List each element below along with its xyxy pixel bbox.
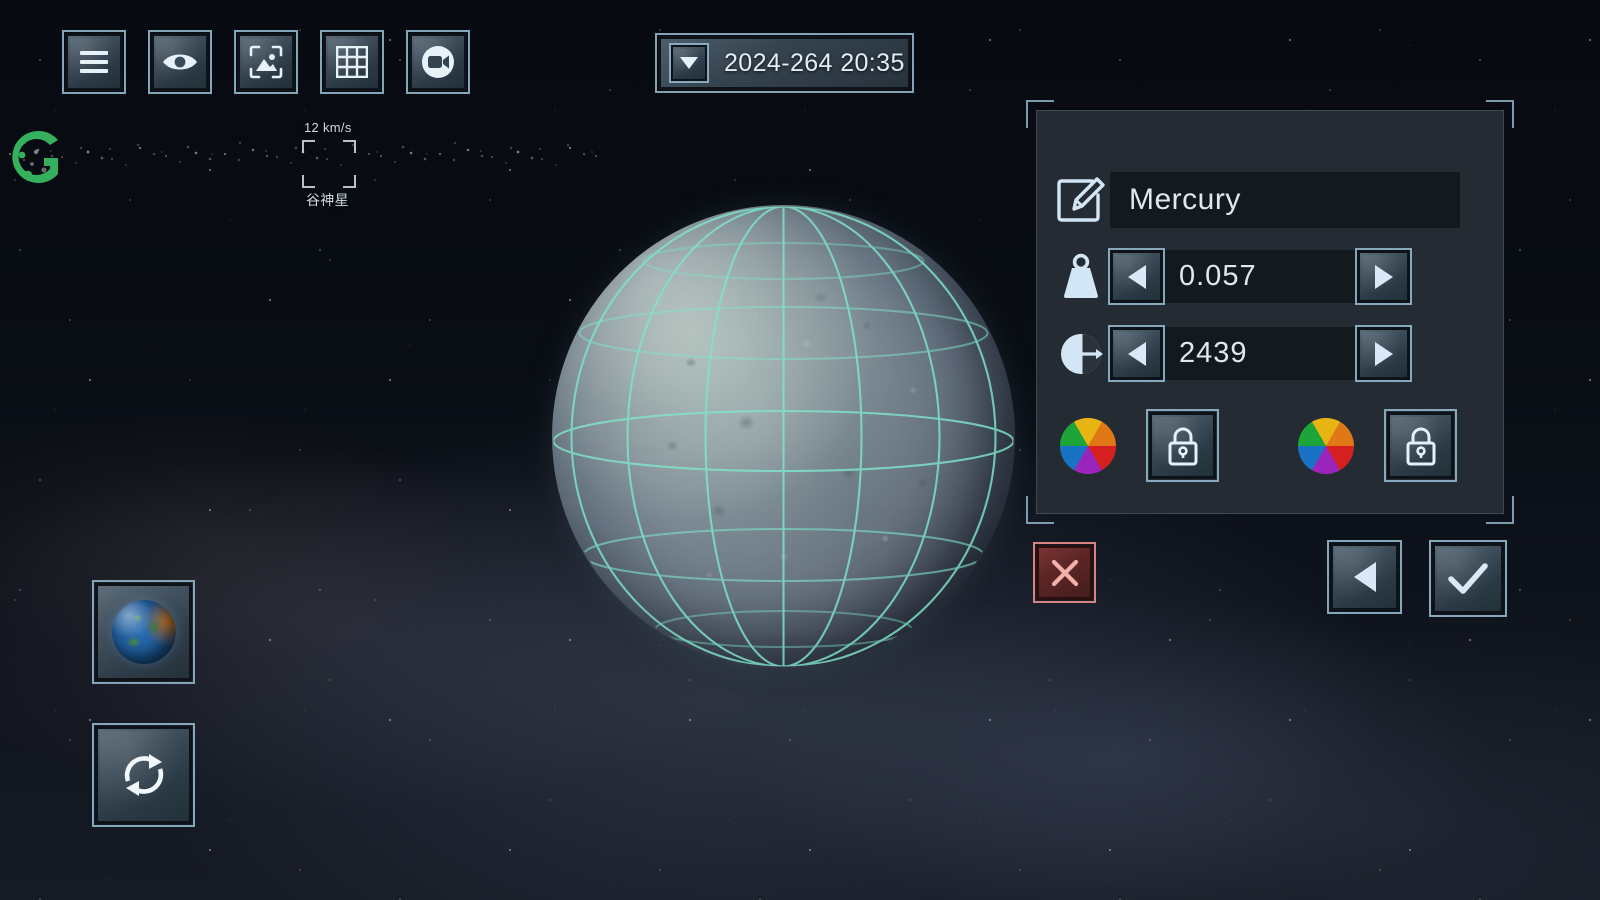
- lock-icon: [1168, 427, 1197, 465]
- refresh-icon: [124, 754, 163, 796]
- close-button[interactable]: [1036, 545, 1093, 600]
- asteroid-belt: [0, 132, 600, 176]
- latitude-longitude-grid-icon: [553, 206, 1014, 667]
- editor-radius-row: 2439: [1052, 327, 1410, 380]
- record-button[interactable]: [409, 33, 467, 91]
- planet-mass-value[interactable]: 0.057: [1163, 250, 1357, 303]
- selection-reticle: [302, 140, 356, 188]
- object-name-label: 谷神星: [306, 192, 349, 208]
- reticle-corner-br: [343, 175, 356, 188]
- accept-button[interactable]: [1432, 543, 1504, 614]
- date-dropdown-button[interactable]: [670, 44, 708, 82]
- selected-planet-sphere[interactable]: [552, 205, 1015, 668]
- reticle-corner-bl: [302, 175, 315, 188]
- triangle-left-icon: [1127, 264, 1146, 289]
- mass-increment-button[interactable]: [1357, 250, 1410, 303]
- edit-pencil-icon: [1052, 175, 1110, 225]
- top-toolbar: [65, 33, 467, 91]
- simulation-date-bar[interactable]: 2024-264 20:35: [658, 36, 911, 90]
- mass-weight-icon: [1052, 253, 1110, 301]
- planet-name-input[interactable]: Mercury: [1110, 172, 1460, 228]
- grid-button[interactable]: [323, 33, 381, 91]
- editor-color-row: [1060, 412, 1454, 479]
- editor-name-row: Mercury: [1052, 172, 1460, 228]
- menu-button[interactable]: [65, 33, 123, 91]
- reticle-corner-tr: [343, 140, 356, 153]
- object-speed-label: 12 km/s: [304, 120, 352, 135]
- video-camera-icon: [422, 46, 454, 78]
- asteroid-dust-c: [0, 132, 600, 176]
- simulation-date-value: 2024-264 20:35: [724, 48, 905, 77]
- radius-decrement-button[interactable]: [1110, 327, 1163, 380]
- triangle-right-icon: [1374, 341, 1393, 366]
- app-viewport: 12 km/s 谷神星 2024-264 20:35 Mercury 0.057…: [0, 0, 1600, 900]
- checkmark-icon: [1448, 562, 1488, 594]
- planet-radius-value[interactable]: 2439: [1163, 327, 1357, 380]
- lock-icon: [1406, 427, 1435, 465]
- secondary-color-lock-button[interactable]: [1387, 412, 1454, 479]
- chevron-down-icon: [680, 57, 698, 69]
- hamburger-menu-icon: [80, 51, 108, 73]
- eye-icon: [163, 54, 197, 70]
- mass-decrement-button[interactable]: [1110, 250, 1163, 303]
- reticle-corner-tl: [302, 140, 315, 153]
- close-x-icon: [1051, 559, 1078, 586]
- grid-icon: [336, 46, 368, 78]
- screenshot-button[interactable]: [237, 33, 295, 91]
- earth-thumbnail-button[interactable]: [95, 583, 192, 681]
- image-capture-icon: [249, 45, 283, 79]
- reset-view-button[interactable]: [95, 726, 192, 824]
- secondary-color-wheel[interactable]: [1298, 417, 1354, 474]
- triangle-left-icon: [1353, 562, 1376, 592]
- radius-icon: [1052, 330, 1110, 378]
- earth-globe-icon: [111, 600, 176, 664]
- app-logo-icon: [6, 120, 78, 192]
- triangle-right-icon: [1374, 264, 1393, 289]
- primary-color-lock-button[interactable]: [1149, 412, 1216, 479]
- triangle-left-icon: [1127, 341, 1146, 366]
- visibility-button[interactable]: [151, 33, 209, 91]
- radius-increment-button[interactable]: [1357, 327, 1410, 380]
- editor-mass-row: 0.057: [1052, 250, 1410, 303]
- back-button[interactable]: [1330, 543, 1399, 611]
- primary-color-wheel[interactable]: [1060, 417, 1116, 474]
